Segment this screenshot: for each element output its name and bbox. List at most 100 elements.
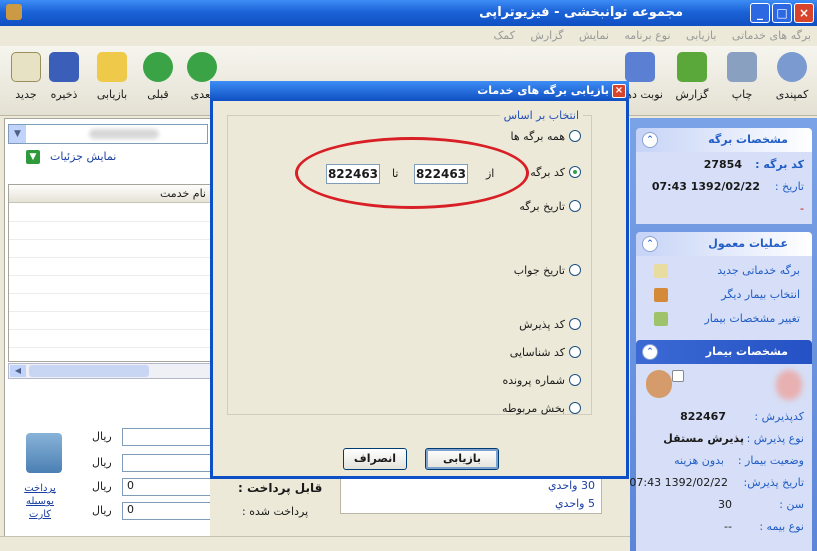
checkbox-icon[interactable] [672,370,684,382]
unit-item: 5 واحدي [554,497,595,510]
menu-item-report[interactable]: گزارش [524,26,569,42]
radio-file-number[interactable]: شماره پرونده [502,374,581,387]
edit-patient-link[interactable]: تغییر مشخصات بیمار [704,312,800,325]
menu-item-sheets[interactable]: برگه های خدماتی [726,26,817,42]
show-details-link[interactable]: نمایش جزئیات [50,150,116,163]
services-grid[interactable]: نام خدمت [8,184,213,362]
gear-icon [777,52,807,82]
grid-row-line [9,257,212,258]
new-sheet-link[interactable]: برگه خدماتی جدید [717,264,800,277]
paid-field[interactable]: 0 [122,502,217,520]
amount-field-2[interactable] [122,454,217,472]
currency-label: ریال [92,456,112,469]
folder-icon [97,52,127,82]
window-title: مجموعه توانبخشی - فیزیوتراپی [479,5,683,20]
toolbar-report-button[interactable]: گزارش [668,52,716,101]
toolbar-print-button[interactable]: چاپ [718,52,766,101]
users-icon [654,288,668,302]
grid-row-line [9,275,212,276]
blurred-value [89,129,159,139]
menu-item-program-type[interactable]: نوع برنامه [618,26,676,42]
scroll-left-icon[interactable]: ◀ [10,365,26,377]
card-payment-link[interactable]: پرداخت بوسیله کارت [20,482,60,521]
toolbar-open-button[interactable]: بازیابی [88,52,136,101]
app-icon [6,4,22,20]
scroll-thumb[interactable] [29,365,149,377]
toolbar-save-button[interactable]: ذخیره [40,52,88,101]
amount-field-1[interactable] [122,428,217,446]
currency-label: ریال [92,504,112,517]
radio-admission-code[interactable]: کد پذیرش [519,318,581,331]
payable-field[interactable]: 0 [122,478,217,496]
new-doc-icon [11,52,41,82]
radio-icon[interactable] [569,200,581,212]
retrieve-dialog: بازیابی برگه های خدمات × انتخاب بر اساس … [210,81,629,479]
radio-icon[interactable] [569,374,581,386]
search-button[interactable]: بازیابی [425,448,499,470]
grid-header-service-name[interactable]: نام خدمت [9,185,212,203]
ops-panel-header[interactable]: عملیات معمول ⌃ [636,232,812,256]
chart-icon [677,52,707,82]
edit-patient-icon [654,312,668,326]
paid-label: پرداخت شده : [242,505,309,518]
maximize-button[interactable]: □ [772,3,792,23]
group-label: انتخاب بر اساس [499,109,583,122]
menu-item-retrieve[interactable]: بازیابی [680,26,722,42]
toolbar-settings-button[interactable]: کمپندی [768,52,816,101]
radio-sheet-code[interactable]: کد برگه [530,166,581,179]
toolbar-prev-button[interactable]: قبلی [134,52,182,101]
prev-arrow-icon [143,52,173,82]
new-sheet-icon [654,264,668,278]
radio-icon[interactable] [569,264,581,276]
grid-row-line [9,329,212,330]
collapse-icon[interactable]: ⌃ [642,236,658,252]
radio-selected-icon[interactable] [569,166,581,178]
grid-row-line [9,221,212,222]
horizontal-scrollbar[interactable]: ◀ [8,363,213,379]
menu-item-view[interactable]: نمایش [573,26,615,42]
save-icon [49,52,79,82]
sheet-panel-body: کد برگه : 27854 تاریخ : 1392/02/22 07:43… [636,152,812,224]
task-pane: مشخصات برگه ⌃ کد برگه : 27854 تاریخ : 13… [629,118,817,551]
calendar-icon [625,52,655,82]
radio-id-code[interactable]: کد شناسایی [510,346,581,359]
next-arrow-icon [187,52,217,82]
title-bar: مجموعه توانبخشی - فیزیوتراپی _ □ × [0,0,817,26]
collapse-icon[interactable]: ⌃ [642,344,658,360]
radio-sheet-date[interactable]: تاریخ برگه [519,200,581,213]
menu-item-help[interactable]: کمک [487,26,520,42]
service-combo[interactable]: ▼ [8,124,208,144]
grid-row-line [9,311,212,312]
sheet-panel-header[interactable]: مشخصات برگه ⌃ [636,128,812,152]
chevron-down-icon[interactable]: ▼ [9,125,26,143]
radio-icon[interactable] [569,346,581,358]
dialog-title-bar[interactable]: بازیابی برگه های خدمات × [210,81,629,101]
ops-panel-body: برگه خدماتی جدید انتخاب بیمار دیگر تغییر… [636,256,812,344]
radio-all-sheets[interactable]: همه برگه ها [511,130,581,143]
printer-icon [727,52,757,82]
grid-row-line [9,347,212,348]
menu-bar: برگه های خدماتی بازیابی نوع برنامه نمایش… [0,26,817,46]
radio-department[interactable]: بخش مربوطه [502,402,581,415]
dialog-close-button[interactable]: × [612,84,626,98]
close-button[interactable]: × [794,3,814,23]
grid-row-line [9,239,212,240]
cancel-button[interactable]: انصراف [343,448,407,470]
expand-down-icon[interactable]: ▼ [26,150,40,164]
payable-label: قابل پرداخت : [238,481,323,495]
units-list: 30 واحدي 5 واحدي [340,474,602,514]
unit-item: 30 واحدي [547,479,595,492]
patient-avatar-icon [646,370,672,398]
status-bar [0,536,630,551]
radio-icon[interactable] [569,130,581,142]
select-patient-link[interactable]: انتخاب بیمار دیگر [721,288,800,301]
radio-answer-date[interactable]: تاریخ جواب [514,264,581,277]
radio-icon[interactable] [569,402,581,414]
minimize-button[interactable]: _ [750,3,770,23]
dialog-title: بازیابی برگه های خدمات [477,84,609,97]
patient-panel-header[interactable]: مشخصات بیمار ⌃ [636,340,812,364]
radio-icon[interactable] [569,318,581,330]
currency-label: ریال [92,430,112,443]
grid-row-line [9,293,212,294]
collapse-icon[interactable]: ⌃ [642,132,658,148]
